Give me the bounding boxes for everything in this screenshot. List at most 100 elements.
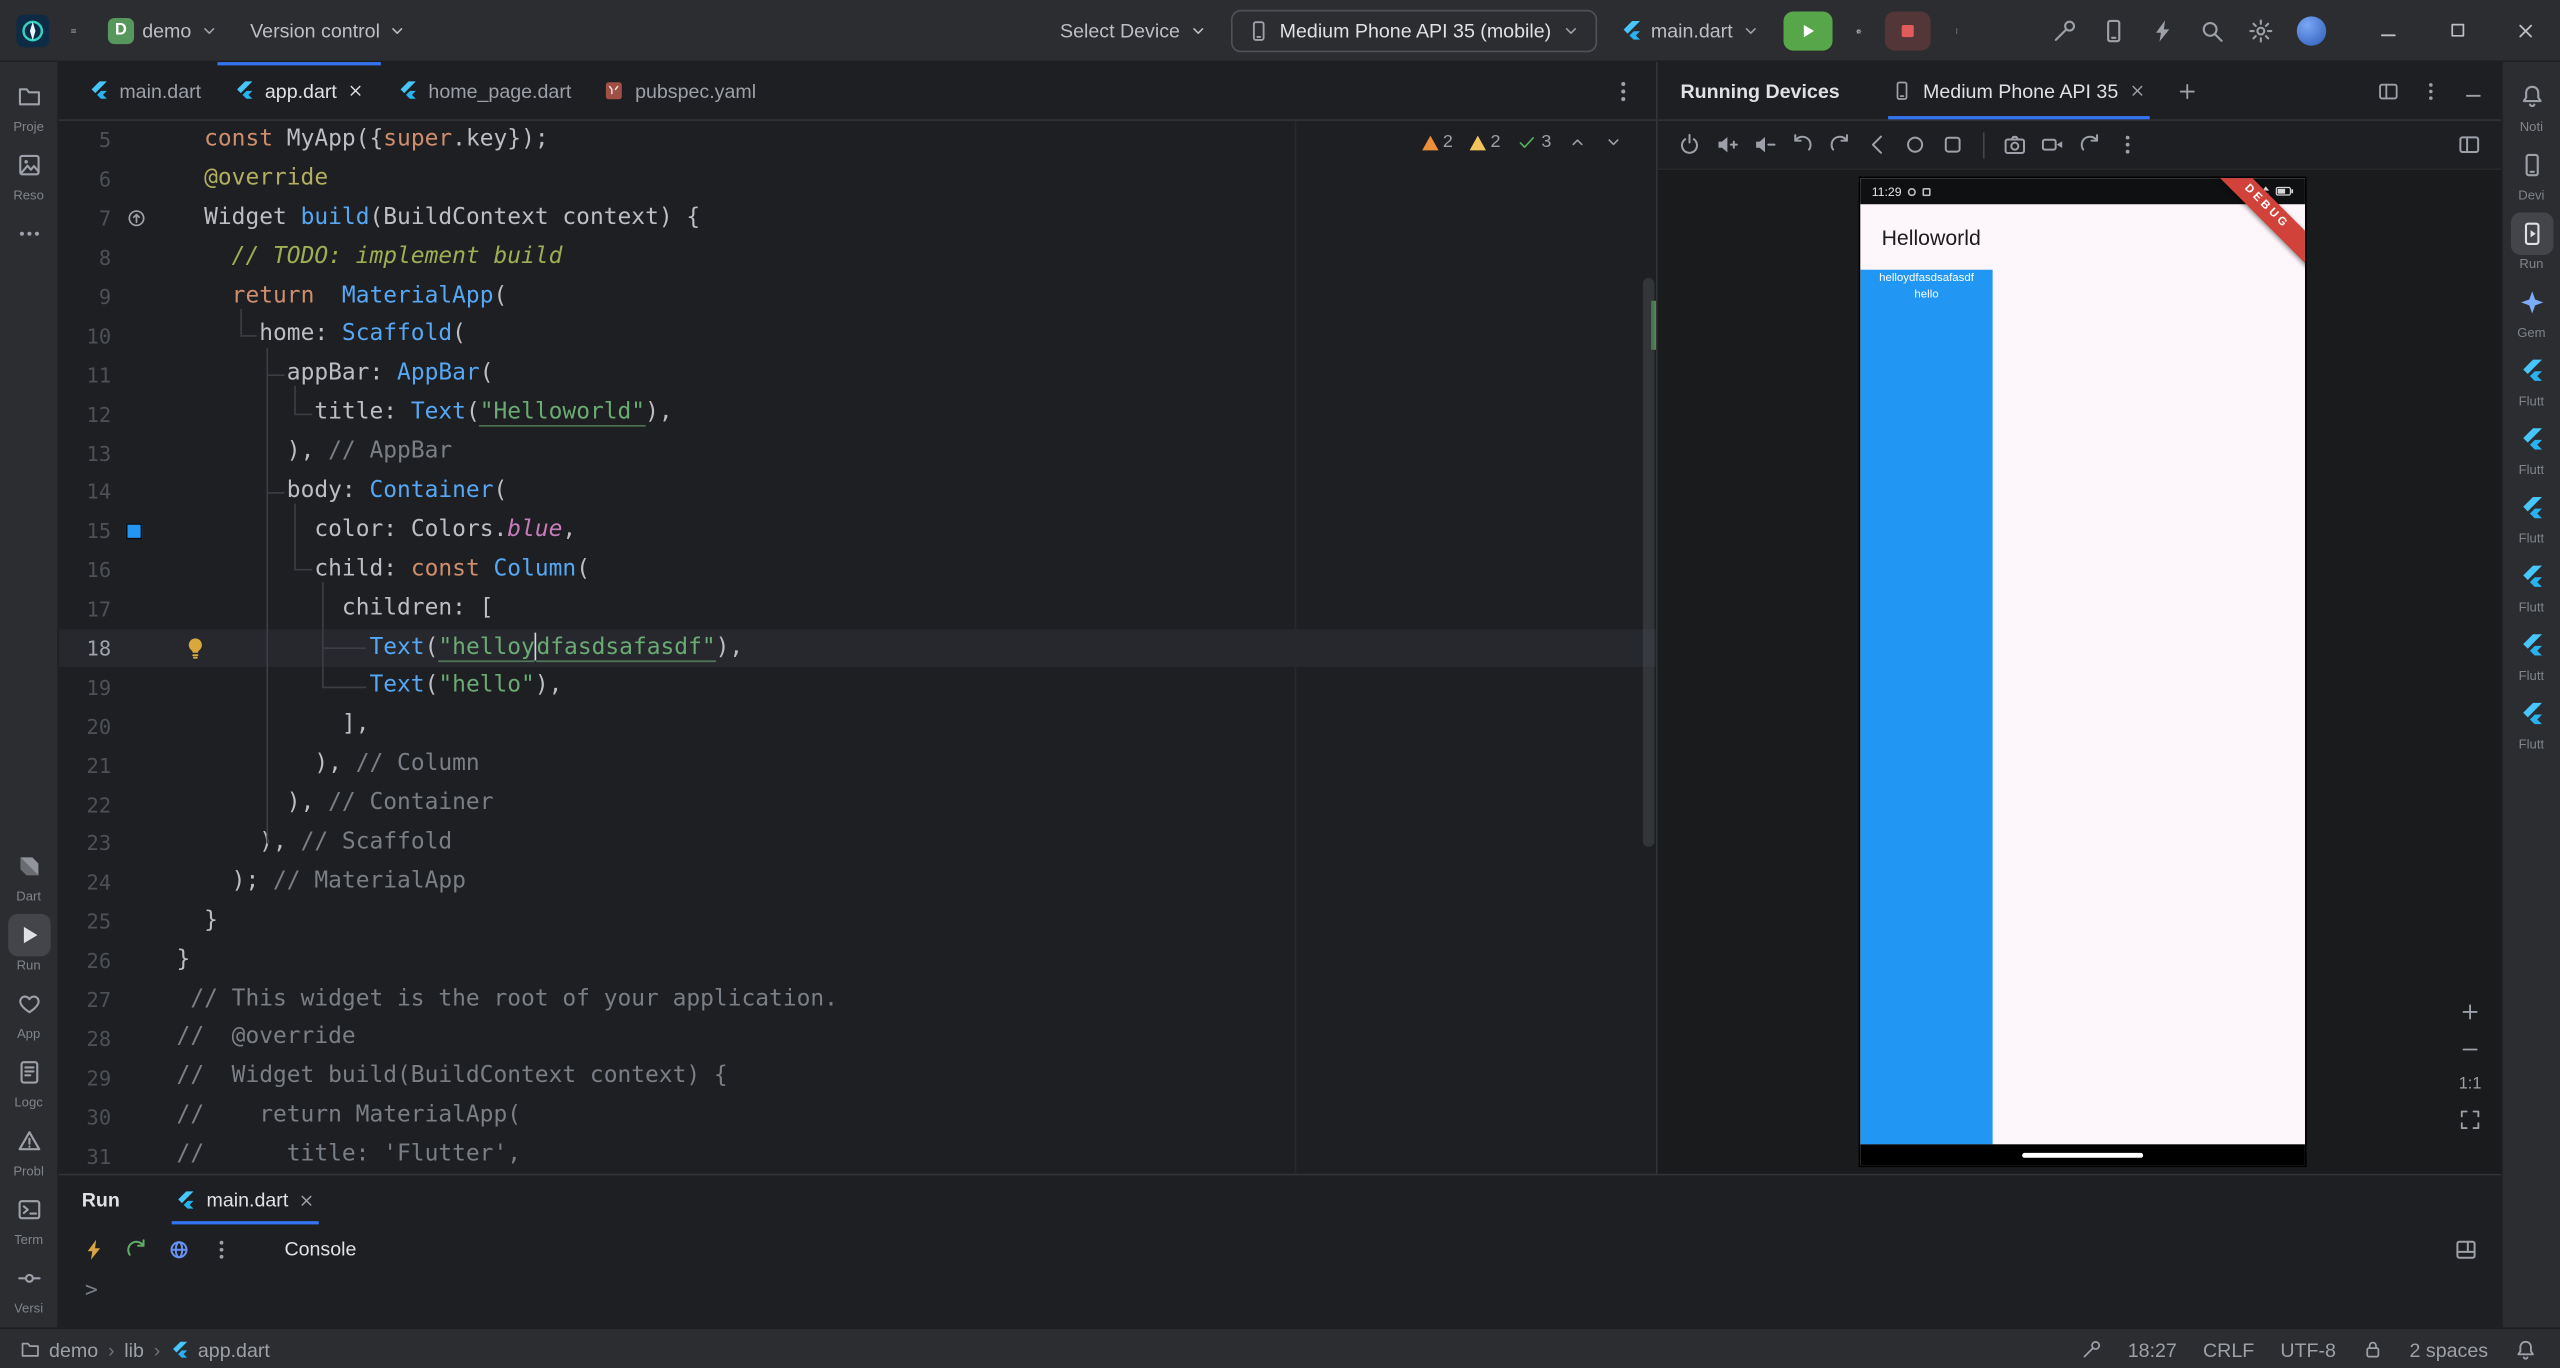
editor-tab-app.dart[interactable]: app.dart [217, 62, 382, 119]
code-line-26[interactable]: 26} [59, 941, 1656, 980]
toolwindow-flutter-performance[interactable]: Flutt [2510, 487, 2553, 546]
zoom-out-icon[interactable] [2459, 1038, 2482, 1061]
device-tab[interactable]: Medium Phone API 35 [1879, 62, 2159, 120]
code-line-7[interactable]: 7 Widget build(BuildContext context) { [59, 199, 1656, 238]
code-line-20[interactable]: 20 ], [59, 707, 1656, 746]
main-menu-icon[interactable] [60, 9, 86, 52]
search-everywhere-icon[interactable] [2199, 17, 2225, 43]
toolwindow-more-tool-windows[interactable] [7, 213, 50, 257]
caret-position[interactable]: 18:27 [2128, 1338, 2177, 1361]
user-avatar[interactable] [2296, 15, 2327, 45]
breadcrumb-lib[interactable]: lib [124, 1338, 144, 1361]
toolwindow-problems[interactable]: Probl [7, 1120, 50, 1179]
code-line-28[interactable]: 28 // @override [59, 1019, 1656, 1058]
code-line-14[interactable]: 14 body: Container( [59, 472, 1656, 511]
console-output[interactable]: > [59, 1273, 2501, 1327]
stop-button[interactable] [1884, 10, 1931, 50]
editor-tab-home_page.dart[interactable]: home_page.dart [381, 62, 588, 119]
panel-options-icon[interactable] [2419, 79, 2442, 102]
toolwindow-resource-manager[interactable]: Reso [7, 144, 50, 203]
toolwindow-app-quality-insights[interactable]: App [7, 982, 50, 1041]
editor-tab-main.dart[interactable]: main.dart [72, 62, 218, 119]
editor-tab-pubspec.yaml[interactable]: pubspec.yaml [588, 62, 773, 119]
close-window-button[interactable] [2514, 19, 2537, 42]
device-screen[interactable]: 11:29 3G Helloworld [1860, 178, 2305, 1166]
device-screen-record-icon[interactable] [2040, 132, 2065, 157]
toolwindow-run[interactable]: Run [7, 913, 50, 973]
zoom-reset[interactable]: 1:1 [2459, 1076, 2482, 1094]
device-screenshot-icon[interactable] [2003, 132, 2028, 157]
hot-reload-icon[interactable] [82, 1237, 107, 1262]
code-line-25[interactable]: 25 } [59, 902, 1656, 941]
code-line-6[interactable]: 6 @override [59, 160, 1656, 199]
intention-bulb-icon[interactable] [183, 635, 208, 660]
device-power-icon[interactable] [1677, 132, 1702, 157]
toolwindow-flutter-coverage[interactable]: Flutt [2510, 624, 2553, 683]
code-line-29[interactable]: 29 // Widget build(BuildContext context) … [59, 1058, 1656, 1097]
maximize-button[interactable] [2446, 20, 2467, 41]
code-line-19[interactable]: 19 Text("hello"), [59, 668, 1656, 707]
code-line-31[interactable]: 31 // title: 'Flutter', [59, 1136, 1656, 1173]
tab-options-icon[interactable] [1610, 78, 1636, 104]
toolwindow-flutter-property-editor[interactable]: Flutt [2510, 556, 2553, 615]
code-line-11[interactable]: 11 appBar: AppBar( [59, 355, 1656, 394]
code-line-15[interactable]: 15 color: Colors.blue, [59, 512, 1656, 551]
file-encoding[interactable]: UTF-8 [2280, 1338, 2336, 1361]
settings-icon[interactable] [2248, 17, 2274, 43]
code-line-10[interactable]: 10 home: Scaffold( [59, 316, 1656, 355]
add-device-icon[interactable] [2175, 79, 2198, 102]
toolwindow-flutter-outline[interactable]: Flutt [2510, 350, 2553, 409]
toolwindow-terminal[interactable]: Term [7, 1188, 50, 1247]
code-line-22[interactable]: 22 ), // Container [59, 785, 1656, 824]
device-more-actions-icon[interactable] [2115, 132, 2140, 157]
device-back-icon[interactable] [1865, 132, 1890, 157]
toolwindow-logcat[interactable]: Logc [7, 1051, 50, 1110]
project-selector[interactable]: D demo [98, 9, 229, 52]
toolwindow-flutter-inspector[interactable]: Flutt [2510, 418, 2553, 477]
editor-scrollbar[interactable] [1642, 277, 1655, 847]
run-button[interactable] [1783, 10, 1833, 50]
toolwindow-gemini[interactable]: Gem [2510, 281, 2553, 340]
code-editor[interactable]: 5 const MyApp({super.key}); 6 @override 7 … [58, 120, 1656, 1174]
open-devtools-icon[interactable] [167, 1237, 192, 1262]
code-line-8[interactable]: 8 // TODO: implement build [59, 238, 1656, 277]
device-selector[interactable]: Medium Phone API 35 (mobile) [1230, 8, 1597, 52]
breadcrumb-demo[interactable]: demo [20, 1338, 98, 1361]
toolwindow-running-devices[interactable]: Run [2510, 212, 2553, 271]
debug-button[interactable] [1845, 9, 1871, 52]
code-line-30[interactable]: 30 // return MaterialApp( [59, 1097, 1656, 1136]
next-problem-icon[interactable] [1604, 132, 1624, 152]
code-line-13[interactable]: 13 ), // AppBar [59, 433, 1656, 472]
indent-style[interactable]: 2 spaces [2410, 1338, 2489, 1361]
project-structure-icon[interactable] [2052, 17, 2078, 43]
prev-problem-icon[interactable] [1568, 132, 1588, 152]
device-home-icon[interactable] [1903, 132, 1928, 157]
profiler-icon[interactable] [2150, 17, 2176, 43]
readonly-lock-icon[interactable] [2362, 1339, 2383, 1360]
minimize-button[interactable] [2377, 19, 2400, 42]
ide-status-icon[interactable] [2080, 1339, 2101, 1360]
device-volume-down-icon[interactable] [1752, 132, 1777, 157]
code-line-21[interactable]: 21 ), // Column [59, 746, 1656, 785]
zoom-fit-icon[interactable] [2459, 1108, 2482, 1131]
toolwindow-dart-analysis[interactable]: Dart [7, 845, 50, 904]
code-line-9[interactable]: 9 return MaterialApp( [59, 277, 1656, 316]
split-view-icon[interactable] [2377, 79, 2400, 102]
code-line-23[interactable]: 23 ), // Scaffold [59, 824, 1656, 863]
code-line-17[interactable]: 17 children: [ [59, 590, 1656, 629]
toolwindow-project[interactable]: Proje [7, 75, 50, 134]
run-configuration[interactable]: main.dart [1610, 9, 1770, 52]
select-device-dropdown[interactable]: Select Device [1050, 9, 1217, 52]
layout-settings-icon[interactable] [2454, 1237, 2479, 1262]
inspections-widget[interactable]: 2 2 3 [1411, 129, 1634, 156]
code-line-18[interactable]: 18 Text("helloy dfasdsafasdf"), [58, 628, 1656, 668]
override-marker-icon[interactable] [126, 208, 147, 229]
close-tab-icon[interactable] [347, 82, 365, 100]
device-rotate-left-icon[interactable] [1790, 132, 1815, 157]
device-rotate-right-icon[interactable] [1828, 132, 1853, 157]
color-preview[interactable] [125, 522, 143, 540]
zoom-in-icon[interactable] [2459, 1000, 2482, 1023]
device-overview-icon[interactable] [1940, 132, 1965, 157]
vcs-widget[interactable]: Version control [240, 9, 417, 52]
line-separator[interactable]: CRLF [2203, 1338, 2254, 1361]
